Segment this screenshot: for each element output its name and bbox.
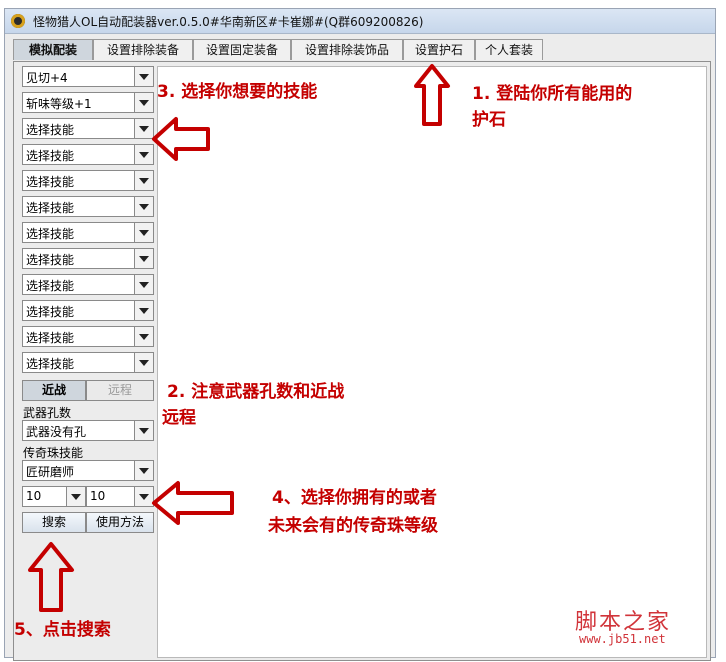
- chevron-down-icon[interactable]: [66, 487, 85, 506]
- arrow-up-icon: [414, 64, 450, 126]
- legend-level-left-select[interactable]: 10: [22, 486, 86, 507]
- annotation-step4-line2: 未来会有的传奇珠等级: [268, 516, 438, 536]
- annotation-step4-line1: 4、选择你拥有的或者: [272, 488, 437, 508]
- tab-bar: 模拟配装 设置排除装备 设置固定装备 设置排除装饰品 设置护石 个人套装: [13, 39, 713, 61]
- skill-select-value: 选择技能: [26, 201, 75, 215]
- skill-select-value: 见切+4: [26, 71, 68, 85]
- legend-skill-select[interactable]: 匠研磨师: [22, 460, 154, 481]
- app-icon: [11, 14, 25, 28]
- chevron-down-icon[interactable]: [134, 93, 153, 112]
- skill-select-value: 选择技能: [26, 357, 75, 371]
- chevron-down-icon[interactable]: [134, 301, 153, 320]
- watermark-logo: 脚本之家 www.jb51.net: [575, 604, 705, 652]
- skill-select[interactable]: 选择技能: [22, 248, 154, 269]
- skill-select[interactable]: 选择技能: [22, 196, 154, 217]
- chevron-down-icon[interactable]: [134, 421, 153, 440]
- annotation-step2-line2: 远程: [162, 408, 196, 428]
- window-title: 怪物猎人OL自动配装器ver.0.5.0#华南新区#卡崔娜#(Q群6092008…: [33, 15, 424, 29]
- chevron-down-icon[interactable]: [134, 67, 153, 86]
- legend-skill-value: 匠研磨师: [26, 465, 75, 479]
- tab-exclude-decorations[interactable]: 设置排除装饰品: [291, 39, 403, 60]
- legend-level-right-select[interactable]: 10: [86, 486, 154, 507]
- chevron-down-icon[interactable]: [134, 197, 153, 216]
- chevron-down-icon[interactable]: [134, 249, 153, 268]
- melee-toggle[interactable]: 近战: [22, 380, 86, 401]
- search-button[interactable]: 搜索: [22, 512, 86, 533]
- skill-select-value: 选择技能: [26, 253, 75, 267]
- skill-select-value: 选择技能: [26, 149, 75, 163]
- skill-select-value: 选择技能: [26, 175, 75, 189]
- skill-select[interactable]: 选择技能: [22, 274, 154, 295]
- ranged-toggle[interactable]: 远程: [86, 380, 154, 401]
- skill-select[interactable]: 斩味等级+1: [22, 92, 154, 113]
- skill-select[interactable]: 选择技能: [22, 144, 154, 165]
- skill-select-value: 选择技能: [26, 123, 75, 137]
- title-bar[interactable]: 怪物猎人OL自动配装器ver.0.5.0#华南新区#卡崔娜#(Q群6092008…: [5, 9, 715, 34]
- chevron-down-icon[interactable]: [134, 223, 153, 242]
- legend-level-left-value: 10: [26, 489, 42, 503]
- skill-select[interactable]: 选择技能: [22, 352, 154, 373]
- skill-select[interactable]: 选择技能: [22, 222, 154, 243]
- chevron-down-icon[interactable]: [134, 171, 153, 190]
- skill-select[interactable]: 见切+4: [22, 66, 154, 87]
- usage-button[interactable]: 使用方法: [86, 512, 154, 533]
- annotation-step5: 5、点击搜索: [14, 620, 111, 640]
- tab-fixed-equipment[interactable]: 设置固定装备: [193, 39, 291, 60]
- annotation-step1-line1: 1. 登陆你所有能用的: [472, 84, 633, 104]
- weapon-slots-label: 武器孔数: [23, 406, 72, 420]
- skill-select[interactable]: 选择技能: [22, 300, 154, 321]
- skill-select-value: 选择技能: [26, 279, 75, 293]
- annotation-step1-line2: 护石: [472, 110, 506, 130]
- tab-personal-sets[interactable]: 个人套装: [475, 39, 543, 60]
- tab-simulate[interactable]: 模拟配装: [13, 39, 93, 60]
- chevron-down-icon[interactable]: [134, 327, 153, 346]
- skill-select[interactable]: 选择技能: [22, 118, 154, 139]
- arrow-up-icon: [28, 542, 74, 612]
- arrow-left-icon: [152, 117, 210, 161]
- annotation-step3: 3. 选择你想要的技能: [157, 82, 318, 102]
- skill-select-value: 选择技能: [26, 305, 75, 319]
- skill-select[interactable]: 选择技能: [22, 326, 154, 347]
- skill-select-value: 斩味等级+1: [26, 97, 92, 111]
- chevron-down-icon[interactable]: [134, 353, 153, 372]
- arrow-left-icon: [152, 481, 234, 525]
- result-area: [157, 66, 707, 658]
- skill-select-value: 选择技能: [26, 331, 75, 345]
- chevron-down-icon[interactable]: [134, 275, 153, 294]
- legend-skill-label: 传奇珠技能: [23, 446, 84, 460]
- weapon-slots-value: 武器没有孔: [26, 425, 87, 439]
- annotation-step2-line1: 2. 注意武器孔数和近战: [167, 382, 345, 402]
- tab-exclude-equipment[interactable]: 设置排除装备: [93, 39, 193, 60]
- simulate-panel: 见切+4 斩味等级+1 选择技能 选择技能 选择技能 选择技能 选择技能 选择技能 选择技能 选择…: [13, 61, 711, 661]
- legend-level-right-value: 10: [90, 489, 106, 503]
- skill-select[interactable]: 选择技能: [22, 170, 154, 191]
- watermark-url: www.jb51.net: [579, 632, 666, 646]
- tab-talismans[interactable]: 设置护石: [403, 39, 475, 60]
- skill-select-value: 选择技能: [26, 227, 75, 241]
- weapon-slots-select[interactable]: 武器没有孔: [22, 420, 154, 441]
